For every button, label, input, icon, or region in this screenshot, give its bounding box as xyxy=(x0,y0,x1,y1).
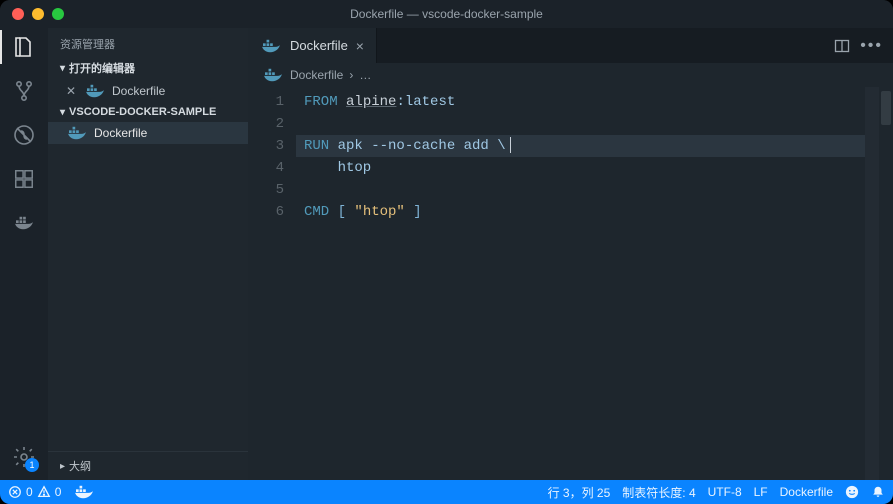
docker-file-icon xyxy=(84,83,106,99)
open-editor-label: Dockerfile xyxy=(112,84,165,98)
status-bell-icon[interactable] xyxy=(871,485,885,499)
outline-label: 大纲 xyxy=(69,458,91,474)
status-bar: 0 0 行 3，列 25 制表符长度: 4 UTF-8 LF Dockerfil… xyxy=(0,480,893,504)
sidebar-title: 资源管理器 xyxy=(48,28,248,56)
window-controls xyxy=(12,8,64,20)
code-editor[interactable]: 123456 FROM alpine:latestRUN apk --no-ca… xyxy=(248,87,893,480)
tab-dockerfile[interactable]: Dockerfile × xyxy=(248,28,377,63)
breadcrumb-sep: › xyxy=(349,68,353,82)
vscode-window: Dockerfile — vscode-docker-sample 1 xyxy=(0,0,893,504)
zoom-window-button[interactable] xyxy=(52,8,64,20)
status-feedback-icon[interactable] xyxy=(845,485,859,499)
docker-file-icon xyxy=(66,125,88,141)
status-problems[interactable]: 0 0 xyxy=(8,485,61,499)
editor-group: Dockerfile × ••• Dockerfile › … 123456 F… xyxy=(248,28,893,480)
tree-item-label: Dockerfile xyxy=(94,126,147,140)
split-editor-icon[interactable] xyxy=(834,38,850,54)
tab-label: Dockerfile xyxy=(290,38,348,53)
explorer-icon[interactable] xyxy=(11,34,37,60)
workspace-label: VSCODE-DOCKER-SAMPLE xyxy=(69,106,216,118)
scrollbar-thumb[interactable] xyxy=(881,91,891,125)
open-editors-header[interactable]: ▾ 打开的编辑器 xyxy=(48,56,248,80)
settings-gear-icon[interactable]: 1 xyxy=(11,444,37,470)
open-editor-item[interactable]: ✕ Dockerfile xyxy=(48,80,248,102)
source-control-icon[interactable] xyxy=(11,78,37,104)
activity-bar: 1 xyxy=(0,28,48,480)
more-actions-icon[interactable]: ••• xyxy=(860,37,883,55)
explorer-sidebar: 资源管理器 ▾ 打开的编辑器 ✕ Dockerfile ▾ VSCODE-DOC… xyxy=(48,28,248,480)
editor-actions: ••• xyxy=(824,28,893,63)
minimize-window-button[interactable] xyxy=(32,8,44,20)
close-window-button[interactable] xyxy=(12,8,24,20)
breadcrumb-file: Dockerfile xyxy=(290,68,343,82)
docker-icon[interactable] xyxy=(11,210,37,236)
breadcrumb-rest: … xyxy=(359,68,371,82)
chevron-right-icon: ▸ xyxy=(60,461,65,472)
docker-status-icon xyxy=(73,484,95,500)
warning-icon xyxy=(37,485,51,499)
warning-count: 0 xyxy=(55,485,62,499)
workspace-header[interactable]: ▾ VSCODE-DOCKER-SAMPLE xyxy=(48,102,248,122)
chevron-down-icon: ▾ xyxy=(60,107,65,118)
outline-header[interactable]: ▸ 大纲 xyxy=(48,451,248,480)
window-title: Dockerfile — vscode-docker-sample xyxy=(0,7,893,21)
chevron-down-icon: ▾ xyxy=(60,63,65,74)
status-cursor[interactable]: 行 3，列 25 xyxy=(548,484,611,501)
titlebar: Dockerfile — vscode-docker-sample xyxy=(0,0,893,28)
workbench: 1 资源管理器 ▾ 打开的编辑器 ✕ Dockerfile ▾ VSCODE-D… xyxy=(0,28,893,480)
breadcrumb[interactable]: Dockerfile › … xyxy=(248,63,893,87)
minimap[interactable] xyxy=(865,87,879,480)
close-icon[interactable]: ✕ xyxy=(66,84,78,98)
status-docker[interactable] xyxy=(73,484,95,500)
scrollbar[interactable] xyxy=(879,87,893,480)
settings-badge: 1 xyxy=(25,458,39,472)
open-editors-label: 打开的编辑器 xyxy=(69,60,135,76)
docker-file-icon xyxy=(260,38,282,54)
error-icon xyxy=(8,485,22,499)
extensions-icon[interactable] xyxy=(11,166,37,192)
line-gutter: 123456 xyxy=(248,87,296,480)
status-eol[interactable]: LF xyxy=(754,485,768,499)
status-indent[interactable]: 制表符长度: 4 xyxy=(622,484,695,501)
docker-file-icon xyxy=(262,67,284,83)
status-language[interactable]: Dockerfile xyxy=(780,485,833,499)
status-encoding[interactable]: UTF-8 xyxy=(708,485,742,499)
close-icon[interactable]: × xyxy=(356,38,364,54)
error-count: 0 xyxy=(26,485,33,499)
code-content[interactable]: FROM alpine:latestRUN apk --no-cache add… xyxy=(296,87,865,480)
tree-item-dockerfile[interactable]: Dockerfile xyxy=(48,122,248,144)
debug-disabled-icon[interactable] xyxy=(11,122,37,148)
tab-bar: Dockerfile × ••• xyxy=(248,28,893,63)
